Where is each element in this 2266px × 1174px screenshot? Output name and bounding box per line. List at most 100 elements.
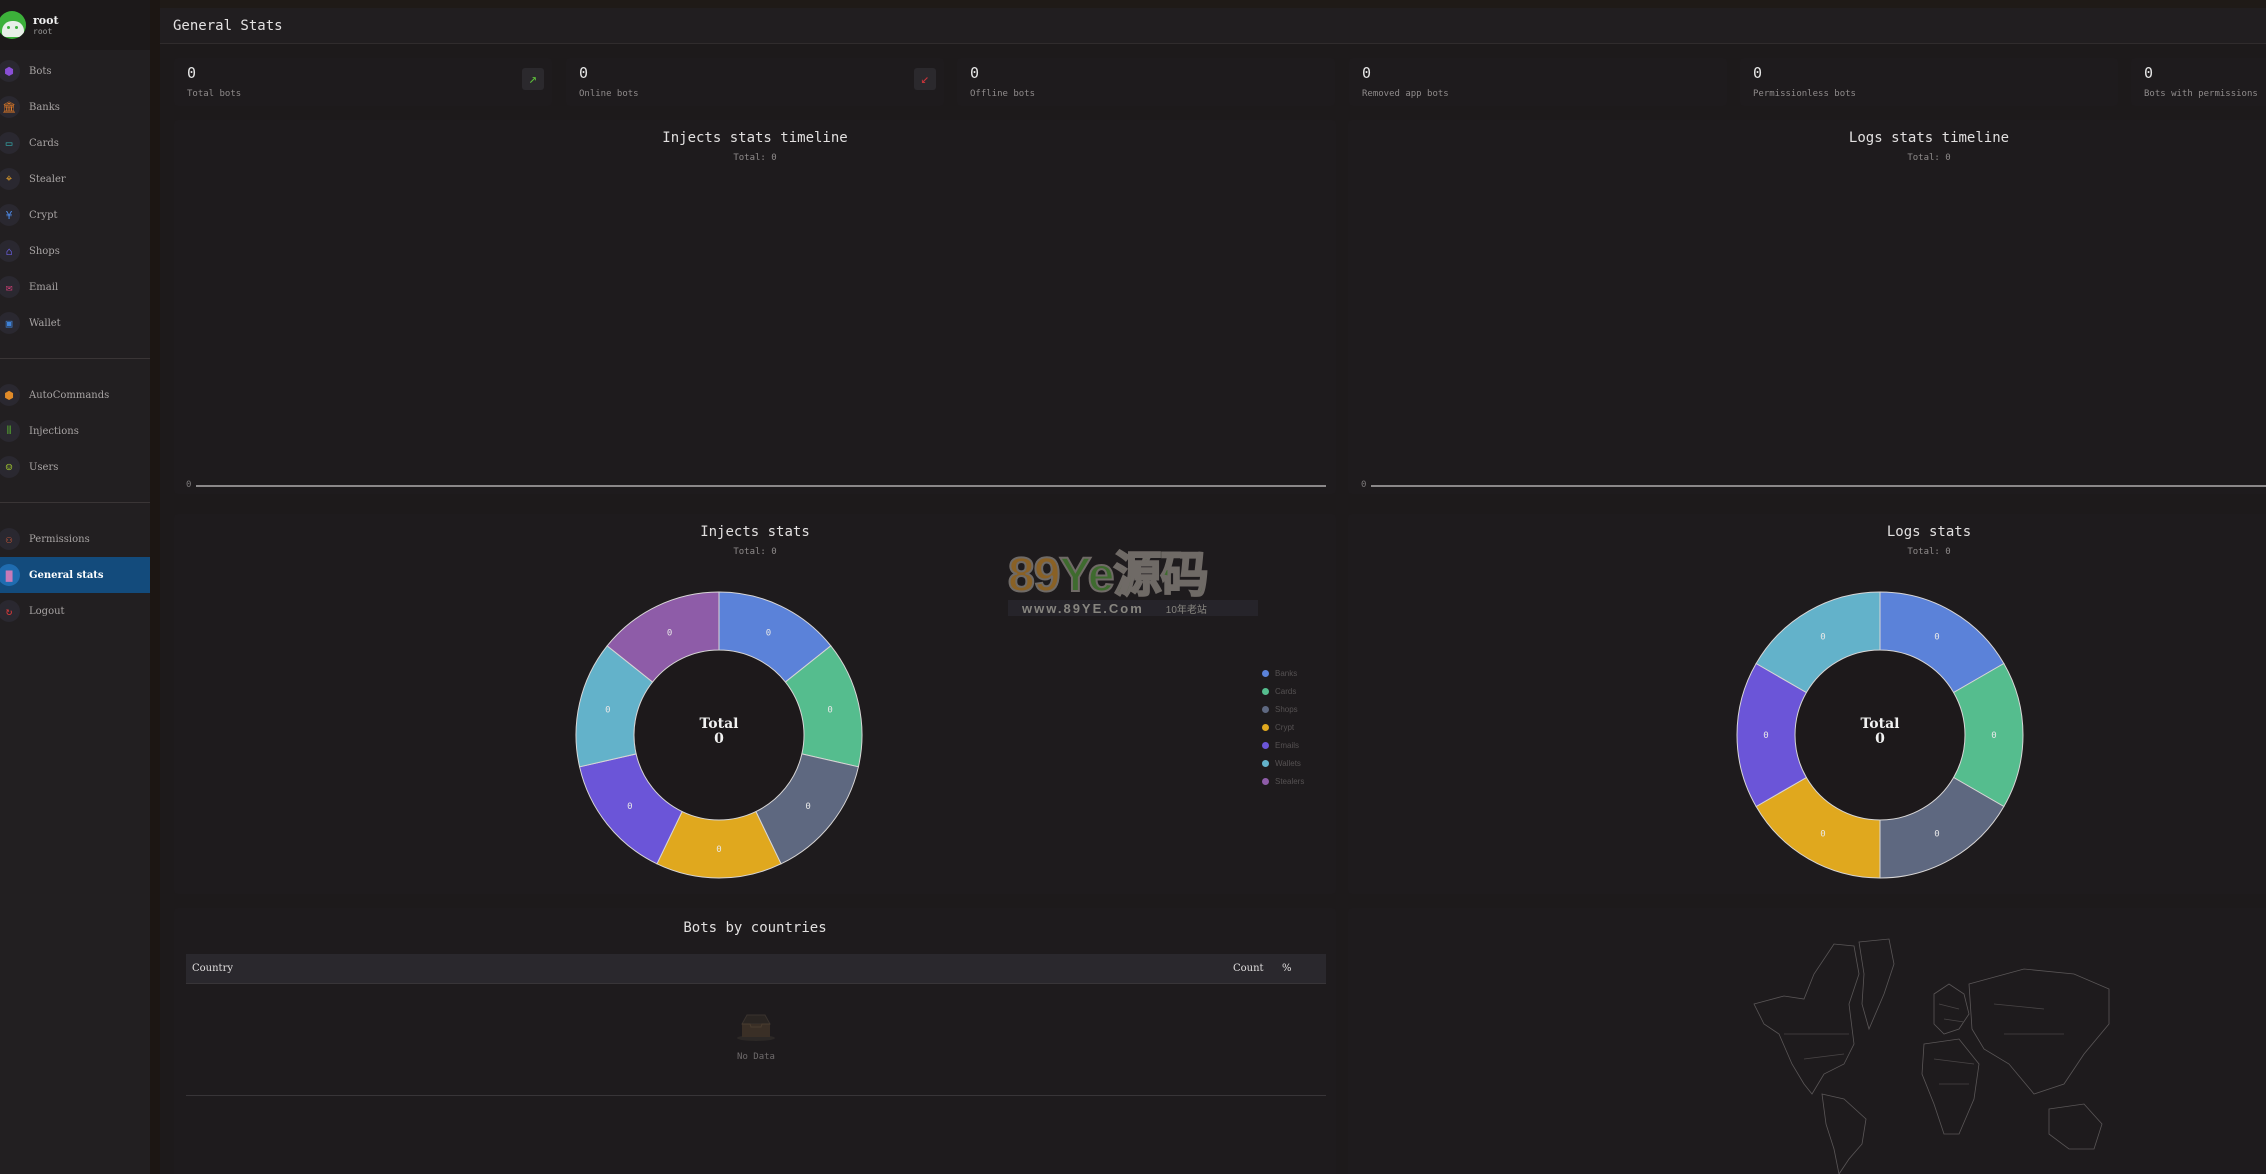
legend-label: Emails	[1275, 740, 1300, 750]
sidebar-item-shops[interactable]: ⌂ Shops	[0, 233, 150, 269]
sidebar-item-logout[interactable]: ↻ Logout	[0, 593, 150, 629]
sidebar-item-banks[interactable]: 🏛 Banks	[0, 89, 150, 125]
donut-center-value: 0	[714, 731, 724, 747]
sidebar-item-label: AutoCommands	[29, 389, 110, 401]
sidebar-item-label: Banks	[29, 101, 60, 113]
column-header-country[interactable]: Country	[192, 963, 233, 974]
map-greenland	[1858, 938, 1895, 1031]
donut-slice-value: 0	[1934, 830, 1939, 840]
injects-timeline-panel: Injects stats timeline Total: 0 0	[174, 120, 1336, 494]
donut-slice-value: 0	[667, 628, 672, 638]
avatar	[0, 11, 26, 39]
legend-dot	[1262, 705, 1269, 713]
sidebar-item-crypt[interactable]: ¥ Crypt	[0, 197, 150, 233]
sidebar-item-email[interactable]: ✉ Email	[0, 269, 150, 305]
sidebar-item-label: Injections	[29, 425, 79, 437]
map-asia	[1968, 968, 2110, 1095]
donut-slice-value: 0	[716, 845, 721, 855]
legend-dot	[1262, 741, 1269, 749]
sidebar-item-wallet[interactable]: ▣ Wallet	[0, 305, 150, 341]
sidebar-item-injections[interactable]: ⫴ Injections	[0, 413, 150, 449]
legend-item-cards[interactable]: Cards	[1262, 682, 1304, 700]
sidebar-item-label: Email	[29, 281, 59, 293]
top-bar	[160, 0, 2266, 8]
wallet-icon: ▣	[0, 312, 20, 334]
donut-slice-value: 0	[766, 628, 771, 638]
legend-label: Stealers	[1275, 776, 1305, 786]
legend-dot	[1262, 669, 1269, 677]
watermark-brand-number: 89	[1007, 549, 1061, 602]
sidebar-item-label: General stats	[29, 569, 104, 581]
map-north-america	[1753, 943, 1860, 1095]
sidebar-item-permissions[interactable]: ⚇ Permissions	[0, 521, 150, 557]
user-permissions-icon: ⚇	[0, 528, 20, 550]
shopping-bag-icon: ⌂	[0, 240, 20, 262]
countries-table: Country Count % No Data	[186, 954, 1326, 1096]
column-header-count[interactable]: Count	[1233, 963, 1264, 974]
legend-dot	[1262, 777, 1269, 785]
sidebar-item-label: Bots	[29, 65, 52, 77]
stat-card-permissionless-bots: 0 Permissionless bots	[1740, 58, 2118, 106]
donut-slice-value: 0	[605, 706, 610, 716]
legend-dot	[1262, 759, 1269, 767]
user-profile[interactable]: root root	[0, 0, 150, 50]
sidebar: root root ⬢ Bots 🏛 Banks ▭ Cards ⌖ Stealer ¥ Cryp…	[0, 0, 150, 1174]
profile-role: root	[33, 27, 53, 36]
stat-value: 0	[970, 64, 980, 82]
world-map[interactable]	[1744, 934, 2124, 1174]
sidebar-item-label: Logout	[29, 605, 65, 617]
donut-slice-value: 0	[827, 706, 832, 716]
bank-icon: 🏛	[0, 96, 20, 118]
user-icon: ☺	[0, 456, 20, 478]
donut-center-label: Total 0	[1805, 717, 1955, 747]
sidebar-item-stealer[interactable]: ⌖ Stealer	[0, 161, 150, 197]
donut-slice-value: 0	[1763, 731, 1768, 741]
injects-legend: Banks Cards Shops Crypt Emails Wallets Stealer…	[1262, 664, 1304, 790]
stat-label: Offline bots	[970, 89, 1036, 99]
donut-slice-value: 0	[1820, 632, 1825, 642]
stat-card-bots-with-permissions: 0 Bots with permissions	[2131, 58, 2266, 106]
bar-chart-icon: ▇	[0, 564, 20, 586]
sidebar-item-label: Crypt	[29, 209, 58, 221]
android-icon: ⬢	[0, 384, 20, 406]
legend-item-wallets[interactable]: Wallets	[1262, 754, 1304, 772]
empty-state-text: No Data	[737, 1052, 775, 1062]
bots-by-countries-panel: Bots by countries Country Count % No Dat…	[174, 908, 1336, 1174]
arrow-down-left-icon: ↙	[914, 68, 936, 90]
legend-dot	[1262, 723, 1269, 731]
sidebar-item-label: Wallet	[29, 317, 61, 329]
sidebar-item-cards[interactable]: ▭ Cards	[0, 125, 150, 161]
y-tick-label: 0	[1361, 480, 1367, 490]
stat-label: Online bots	[579, 89, 639, 99]
nav-divider	[0, 358, 150, 359]
world-map-panel	[1348, 908, 2266, 1174]
target-icon: ⌖	[0, 168, 20, 190]
legend-dot	[1262, 687, 1269, 695]
donut-center-value: 0	[1875, 731, 1885, 747]
legend-item-emails[interactable]: Emails	[1262, 736, 1304, 754]
stat-value: 0	[187, 64, 197, 82]
donut-slice-value: 0	[1820, 830, 1825, 840]
panel-title: Logs stats	[1886, 524, 1972, 540]
sidebar-item-bots[interactable]: ⬢ Bots	[0, 53, 150, 89]
stat-card-removed-app-bots: 0 Removed app bots	[1349, 58, 1727, 106]
legend-item-stealers[interactable]: Stealers	[1262, 772, 1304, 790]
panel-subtitle: Total: 0	[1907, 153, 1951, 163]
page-title: General Stats	[173, 18, 283, 34]
logs-stats-panel: Logs stats Total: 0 0 0 0 0 0 0 Total 0	[1348, 514, 2266, 894]
stat-card-offline-bots: 0 Offline bots	[957, 58, 1335, 106]
legend-item-banks[interactable]: Banks	[1262, 664, 1304, 682]
panel-title: Injects stats timeline	[662, 130, 848, 146]
column-header-percent[interactable]: %	[1282, 963, 1292, 974]
map-africa	[1921, 1038, 1980, 1135]
sidebar-item-label: Shops	[29, 245, 60, 257]
legend-item-shops[interactable]: Shops	[1262, 700, 1304, 718]
crypt-icon: ¥	[0, 204, 20, 226]
y-tick-label: 0	[186, 480, 192, 490]
arrow-up-right-icon: ↗	[522, 68, 544, 90]
legend-item-crypt[interactable]: Crypt	[1262, 718, 1304, 736]
sidebar-item-autocommands[interactable]: ⬢ AutoCommands	[0, 377, 150, 413]
sidebar-item-users[interactable]: ☺ Users	[0, 449, 150, 485]
sidebar-item-general-stats[interactable]: ▇ General stats	[0, 557, 150, 593]
legend-label: Cards	[1275, 686, 1297, 696]
